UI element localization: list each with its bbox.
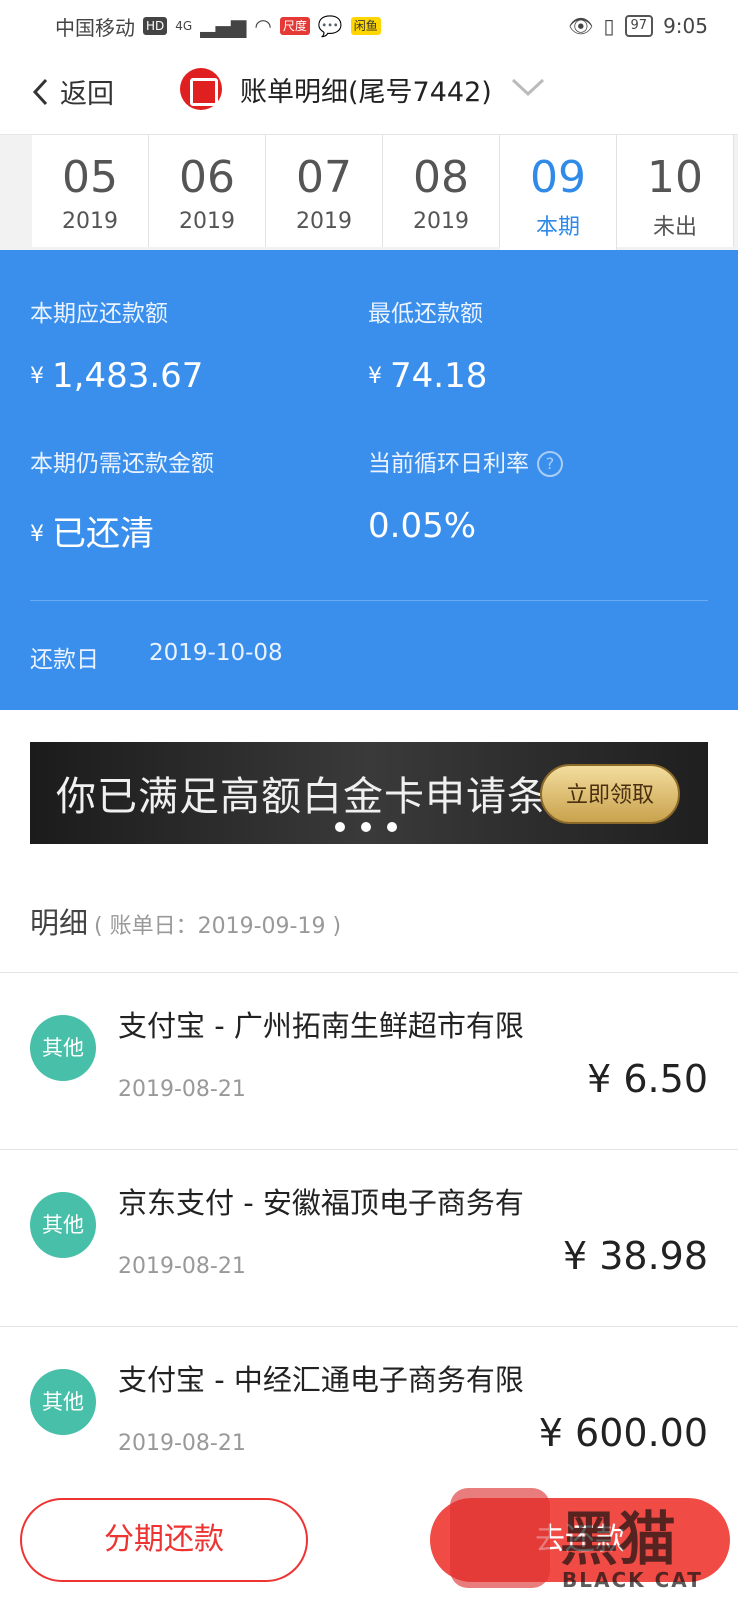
tab-month: 06 [179, 152, 235, 203]
merchant-name: 支付宝 - 广州拓南生鲜超市有限 [118, 1009, 524, 1043]
wechat-icon: 💬 [317, 14, 343, 38]
tab-month-08[interactable]: 08 2019 [383, 135, 500, 247]
tab-sub: 2019 [62, 209, 118, 234]
app-badge-red: 尺度 [279, 17, 310, 35]
signal-icon: ▂▄▆ [200, 14, 247, 38]
transaction-date: 2019-08-21 [118, 1254, 246, 1279]
tab-sub: 2019 [179, 209, 235, 234]
min-payment-value: ¥74.18 [368, 356, 488, 396]
merchant-name: 京东支付 - 安徽福顶电子商务有 [118, 1186, 524, 1220]
detail-title: 明细 [30, 906, 89, 940]
tab-sub: 2019 [296, 209, 352, 234]
title-selector[interactable]: 账单明细(尾号7442) [180, 68, 546, 110]
transaction-amount: ¥ 38.98 [562, 1234, 708, 1278]
due-amount-value: ¥1,483.67 [30, 356, 204, 396]
daily-rate-label: 当前循环日利率? [368, 444, 563, 478]
transaction-amount: ¥ 6.50 [587, 1057, 708, 1101]
due-amount-label: 本期应还款额 [30, 301, 168, 327]
category-badge: 其他 [30, 1369, 96, 1435]
app-badge-yellow: 闲鱼 [350, 17, 381, 35]
tab-month: 05 [62, 152, 118, 203]
promo-banner[interactable]: 你已满足高额白金卡申请条件 立即领取 [30, 742, 708, 844]
time-label: 9:05 [663, 14, 708, 38]
tab-sub: 本期 [535, 215, 580, 240]
summary-divider [30, 600, 708, 601]
transaction-row[interactable]: 其他 支付宝 - 中经汇通电子商务有限 2019-08-21 ¥ 600.00 [0, 1327, 738, 1503]
daily-rate-block: 当前循环日利率? 0.05% [368, 444, 563, 546]
eye-icon: 👁 [568, 14, 594, 38]
hd-badge: HD [143, 17, 168, 35]
tab-sub: 未出 [652, 215, 697, 240]
due-date-row: 还款日 2019-10-08 [30, 640, 283, 674]
due-date-value: 2019-10-08 [149, 640, 283, 666]
carousel-dot[interactable] [335, 822, 345, 832]
transaction-row[interactable]: 其他 支付宝 - 广州拓南生鲜超市有限 2019-08-21 ¥ 6.50 [0, 973, 738, 1149]
network-label: 4G [175, 19, 193, 33]
back-button[interactable]: 返回 [30, 72, 114, 111]
page-title: 账单明细(尾号7442) [240, 76, 492, 108]
merchant-name: 支付宝 - 中经汇通电子商务有限 [118, 1363, 524, 1397]
tab-month-09[interactable]: 09 本期 [500, 135, 617, 253]
carousel-dots [335, 822, 397, 832]
tab-month: 08 [413, 152, 469, 203]
remaining-value: ¥ 已还清 [30, 514, 154, 554]
category-badge: 其他 [30, 1015, 96, 1081]
chevron-down-icon [510, 76, 546, 102]
nav-header: 返回 账单明细(尾号7442) [0, 52, 738, 134]
category-badge: 其他 [30, 1192, 96, 1258]
due-date-label: 还款日 [30, 647, 99, 673]
tab-month: 10 [647, 152, 703, 203]
wifi-icon: ◠ [254, 14, 272, 38]
transaction-date: 2019-08-21 [118, 1431, 246, 1456]
claim-button[interactable]: 立即领取 [540, 764, 680, 824]
bank-logo [180, 68, 222, 110]
banner-text: 你已满足高额白金卡申请条件 [56, 774, 589, 820]
transaction-date: 2019-08-21 [118, 1077, 246, 1102]
carousel-dot[interactable] [387, 822, 397, 832]
min-payment-label: 最低还款额 [368, 301, 483, 327]
tab-month-05[interactable]: 05 2019 [32, 135, 149, 247]
detail-header: 明细( 账单日：2019-09-19 ) [30, 900, 341, 942]
installment-button[interactable]: 分期还款 [20, 1498, 308, 1582]
carrier-label: 中国移动 [55, 15, 135, 40]
carousel-dot[interactable] [361, 822, 371, 832]
transaction-row[interactable]: 其他 京东支付 - 安徽福顶电子商务有 2019-08-21 ¥ 38.98 [0, 1150, 738, 1326]
battery-indicator: 97 [624, 15, 654, 37]
bill-date: ( 账单日：2019-09-19 ) [94, 914, 342, 939]
remaining-label: 本期仍需还款金额 [30, 451, 214, 477]
month-tabs: 05 2019 06 2019 07 2019 08 2019 09 本期 10… [0, 134, 738, 253]
chevron-left-icon [32, 78, 48, 105]
help-icon[interactable]: ? [537, 451, 563, 477]
tab-month: 09 [530, 152, 586, 203]
tab-sub: 2019 [413, 209, 469, 234]
remaining-block: 本期仍需还款金额 ¥ 已还清 [30, 444, 214, 555]
due-amount-block: 本期应还款额 ¥1,483.67 [30, 294, 203, 396]
tab-month: 07 [296, 152, 352, 203]
daily-rate-value: 0.05% [368, 506, 477, 546]
back-label: 返回 [60, 79, 114, 110]
transaction-amount: ¥ 600.00 [538, 1411, 708, 1455]
min-payment-block: 最低还款额 ¥74.18 [368, 294, 487, 396]
vibrate-icon: ▯ [603, 14, 615, 38]
tab-month-10[interactable]: 10 未出 [617, 135, 734, 247]
pay-button[interactable]: 去还款 [430, 1498, 730, 1582]
status-bar: 中国移动 HD 4G ▂▄▆ ◠ 尺度 💬 闲鱼 👁 ▯ 97 9:05 [0, 0, 738, 52]
tab-month-07[interactable]: 07 2019 [266, 135, 383, 247]
bill-summary-panel: 本期应还款额 ¥1,483.67 最低还款额 ¥74.18 本期仍需还款金额 ¥… [0, 250, 738, 710]
tab-month-06[interactable]: 06 2019 [149, 135, 266, 247]
